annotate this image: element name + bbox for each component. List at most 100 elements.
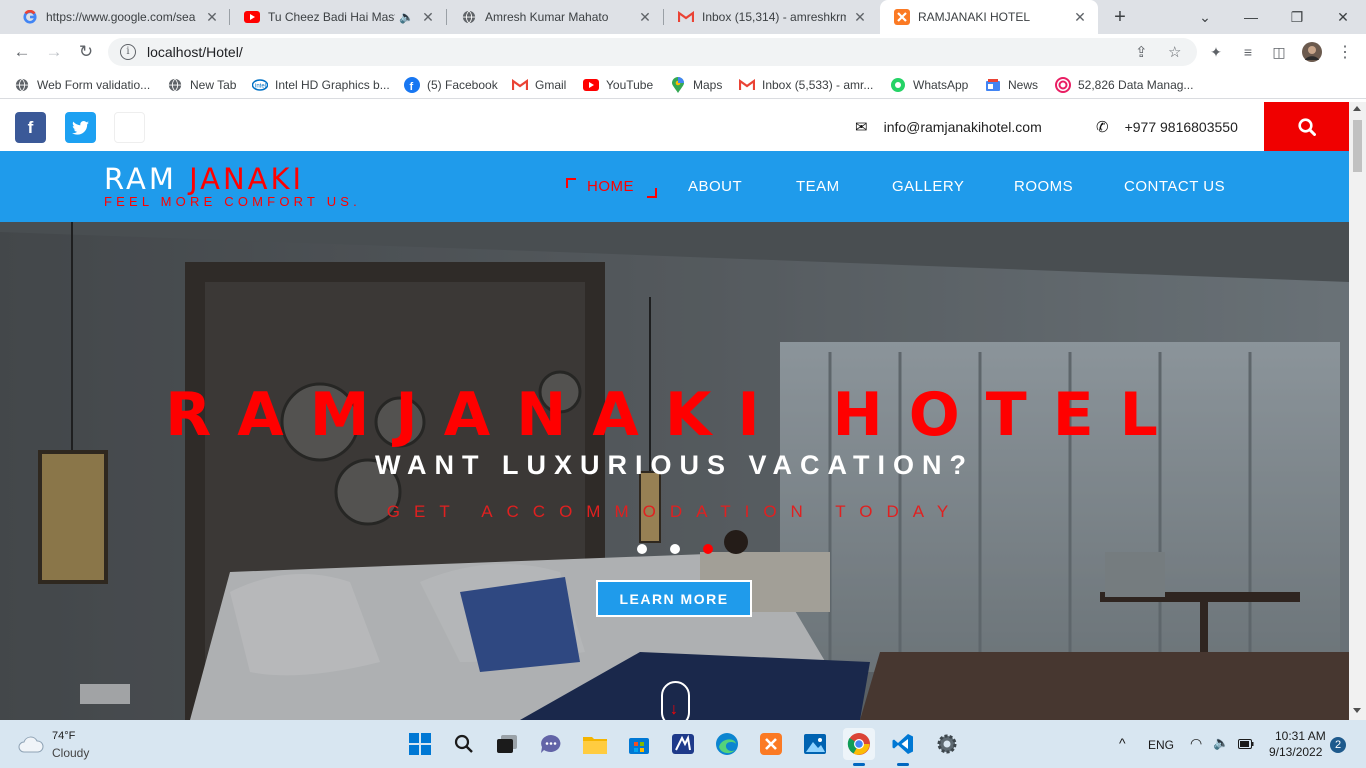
bookmark-facebook[interactable]: f (5) Facebook [404, 75, 498, 95]
start-button[interactable] [404, 728, 436, 760]
task-view-button[interactable] [491, 728, 523, 760]
close-icon[interactable]: ✕ [204, 9, 220, 26]
avatar[interactable] [1302, 42, 1322, 62]
wifi-icon[interactable]: ◠ [1190, 735, 1202, 752]
nav-home[interactable]: HOME [587, 178, 634, 195]
bookmark-news[interactable]: News [985, 75, 1038, 95]
language-indicator[interactable]: ENG [1148, 738, 1174, 752]
extensions-icon[interactable]: ✦ [1206, 42, 1226, 62]
minimize-button[interactable]: — [1228, 0, 1274, 34]
new-tab-button[interactable]: + [1108, 5, 1132, 29]
nav-rooms[interactable]: ROOMS [1014, 178, 1073, 195]
hero-subtitle: WANT LUXURIOUS VACATION? [375, 450, 974, 480]
logo-tagline: FEEL MORE COMFORT US. [104, 194, 361, 209]
nav-team[interactable]: TEAM [796, 178, 840, 195]
nav-about[interactable]: ABOUT [688, 178, 742, 195]
photos-button[interactable] [799, 728, 831, 760]
twitter-button[interactable] [65, 112, 96, 143]
chevron-up-icon[interactable]: ^ [1119, 735, 1126, 751]
star-icon[interactable]: ☆ [1168, 43, 1181, 61]
clock-date[interactable]: 9/13/2022 [1269, 745, 1322, 759]
bookmark-whatsapp[interactable]: WhatsApp [890, 75, 968, 95]
facebook-icon: f [404, 77, 420, 93]
phone-text[interactable]: +977 9816803550 [1125, 119, 1238, 135]
vscode-icon [892, 734, 913, 754]
youtube-icon [583, 77, 599, 93]
forward-button[interactable]: → [40, 38, 68, 66]
slide-indicator-1[interactable] [637, 544, 647, 554]
gear-icon [937, 734, 957, 754]
search-taskbar-button[interactable] [448, 728, 480, 760]
slide-indicator-2[interactable] [670, 544, 680, 554]
scroll-down-arrow[interactable] [1353, 708, 1361, 713]
restore-button[interactable]: ❐ [1274, 0, 1320, 34]
chrome-button[interactable] [843, 728, 875, 766]
tab-ramjanaki-hotel[interactable]: RAMJANAKI HOTEL ✕ [880, 0, 1098, 34]
notification-badge[interactable]: 2 [1330, 737, 1346, 753]
phone-icon: ✆ [1096, 119, 1109, 136]
learn-more-button[interactable]: LEARN MORE [596, 580, 752, 617]
close-window-button[interactable]: ✕ [1320, 0, 1366, 34]
nav-gallery[interactable]: GALLERY [892, 178, 964, 195]
bookmark-inbox[interactable]: Inbox (5,533) - amr... [739, 75, 873, 95]
xampp-button[interactable] [755, 728, 787, 760]
bookmark-new-tab[interactable]: New Tab [167, 75, 236, 95]
info-icon[interactable]: i [120, 44, 136, 60]
speaker-icon[interactable]: 🔈 [399, 10, 414, 24]
page-scrollbar[interactable] [1349, 102, 1366, 720]
slide-indicator-3[interactable] [703, 544, 713, 554]
bookmark-gmail[interactable]: Gmail [512, 75, 566, 95]
settings-button[interactable] [931, 728, 963, 760]
close-icon[interactable]: ✕ [852, 9, 868, 26]
bookmark-label: Inbox (5,533) - amr... [762, 78, 874, 92]
bookmark-youtube[interactable]: YouTube [583, 75, 653, 95]
reload-button[interactable]: ↻ [72, 38, 100, 66]
address-bar[interactable]: i localhost/Hotel/ ⇪ ☆ [108, 38, 1197, 66]
vscode-button[interactable] [887, 728, 919, 766]
maps-icon [670, 77, 686, 93]
bookmark-intel[interactable]: intel Intel HD Graphics b... [252, 75, 390, 95]
share-icon[interactable]: ⇪ [1135, 43, 1148, 61]
menu-icon[interactable]: ⋮ [1335, 42, 1355, 62]
close-icon[interactable]: ✕ [1072, 9, 1088, 26]
bookmark-data[interactable]: 52,826 Data Manag... [1055, 75, 1193, 95]
close-icon[interactable]: ✕ [420, 9, 436, 26]
task-view-icon [497, 735, 517, 753]
site-logo[interactable]: RAM JANAKI FEEL MORE COMFORT US. [104, 163, 361, 209]
tab-google[interactable]: https://www.google.com/sea ✕ [8, 0, 230, 34]
scroll-down-button[interactable]: ↓ [661, 681, 690, 720]
bookmark-web-form[interactable]: Web Form validatio... [14, 75, 150, 95]
facebook-button[interactable]: f [15, 112, 46, 143]
instagram-button[interactable] [114, 112, 145, 143]
arrow-down-icon: ↓ [670, 701, 678, 718]
edge-button[interactable] [711, 728, 743, 760]
battery-icon[interactable] [1238, 738, 1254, 752]
media-control-icon[interactable]: ≡ [1238, 42, 1258, 62]
chat-button[interactable] [535, 728, 567, 760]
file-explorer-button[interactable] [579, 728, 611, 760]
tab-youtube[interactable]: Tu Cheez Badi Hai Mast 🔈 ✕ [230, 0, 446, 34]
scrollbar-thumb[interactable] [1353, 120, 1362, 172]
search-button[interactable] [1264, 102, 1349, 151]
weather-widget[interactable]: 74°F Cloudy [18, 729, 108, 761]
scroll-up-arrow[interactable] [1353, 106, 1361, 111]
close-icon[interactable]: ✕ [637, 9, 653, 26]
tab-search-button[interactable]: ⌄ [1182, 0, 1228, 34]
email-text[interactable]: info@ramjanakihotel.com [884, 119, 1042, 135]
app-button[interactable] [667, 728, 699, 760]
bookmark-label: YouTube [606, 78, 654, 92]
gmail-icon [678, 9, 694, 25]
side-panel-icon[interactable]: ◫ [1269, 42, 1289, 62]
tab-profile[interactable]: Amresh Kumar Mahato ✕ [447, 0, 663, 34]
clock-time[interactable]: 10:31 AM [1275, 729, 1326, 743]
nav-contact-us[interactable]: CONTACT US [1124, 178, 1225, 195]
bookmark-label: New Tab [190, 78, 237, 92]
globe-icon [167, 77, 183, 93]
store-button[interactable] [623, 728, 655, 760]
search-icon [1297, 117, 1316, 136]
volume-icon[interactable]: 🔈 [1213, 735, 1229, 751]
bookmark-maps[interactable]: Maps [670, 75, 722, 95]
tab-gmail[interactable]: Inbox (15,314) - amreshkrma ✕ [664, 0, 878, 34]
back-button[interactable]: ← [8, 38, 36, 66]
intel-icon: intel [252, 77, 268, 93]
